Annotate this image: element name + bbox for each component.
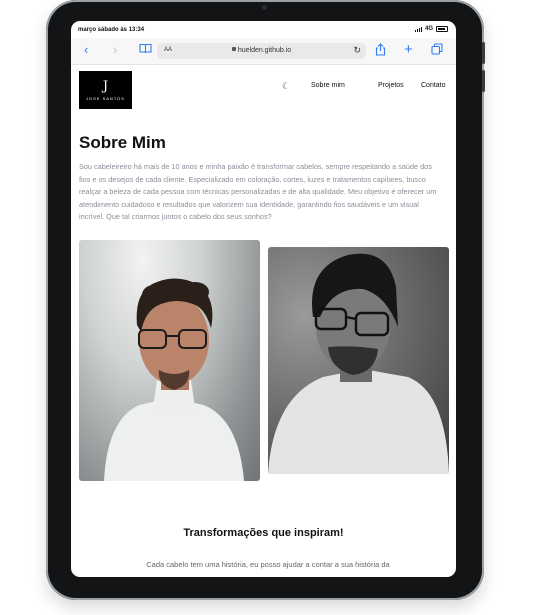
status-time: março sábado às 13:34 [78, 27, 145, 33]
book-icon[interactable] [139, 43, 152, 57]
url-bar[interactable]: AA huelden.github.io ↻ [157, 43, 366, 59]
portrait-photo [79, 240, 260, 481]
section-text: Cada cabelo tem uma história, eu posso a… [146, 560, 390, 569]
volume-button [482, 42, 485, 64]
network-label: 4G [424, 26, 433, 32]
section-subtitle: Transformações que inspiram! [183, 527, 344, 539]
nav-link-projetos[interactable]: Projetos [378, 82, 404, 89]
signal-icon [414, 26, 422, 32]
chevron-left-icon[interactable]: ‹ [84, 43, 88, 57]
lock-icon [231, 47, 236, 51]
section-title: Sobre Mim [79, 133, 166, 152]
logo-mark: J [102, 79, 109, 94]
moon-icon[interactable]: ☾ [282, 82, 290, 91]
screen: março sábado às 13:34 4G ‹ › AA huelden.… [71, 21, 456, 577]
share-icon[interactable] [375, 43, 386, 59]
logo-name: JOSE SANTOS [86, 96, 125, 101]
plus-icon[interactable]: + [404, 42, 413, 57]
reload-icon[interactable]: ↻ [353, 45, 361, 56]
volume-button-2 [482, 70, 485, 92]
battery-icon [436, 26, 448, 32]
url-text: huelden.github.io [237, 47, 292, 54]
status-bar: março sábado às 13:34 4G [71, 21, 456, 38]
web-page: J JOSE SANTOS ☾ Sobre mim Projetos Conta… [71, 65, 456, 577]
selfie-photo [268, 247, 449, 474]
about-text: Sou cabeleireiro há mais de 10 anos e mi… [79, 162, 437, 222]
chevron-right-icon[interactable]: › [113, 43, 117, 57]
browser-toolbar: ‹ › AA huelden.github.io ↻ + [71, 38, 456, 65]
nav-link-contato[interactable]: Contato [421, 82, 446, 89]
camera-icon [262, 5, 267, 10]
tabs-icon[interactable] [431, 43, 443, 58]
nav-link-sobre-mim[interactable]: Sobre mim [311, 82, 345, 89]
site-logo[interactable]: J JOSE SANTOS [79, 71, 132, 109]
